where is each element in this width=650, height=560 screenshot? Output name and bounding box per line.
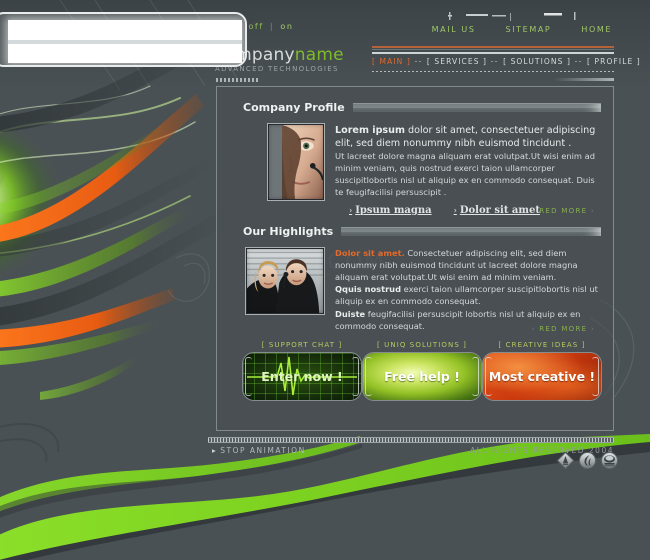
content-panel-inner: Company Profile Lorem ipsum dolor sit am… [221,91,609,426]
nav-item-services[interactable]: [ SERVICES ] [427,57,487,66]
highlights-photo [245,247,325,315]
nav-item-main[interactable]: [ MAIN ] [372,57,411,66]
nav-rule-dotted [372,71,614,72]
highlights-read-more-link[interactable]: ‹ RED MORE › [532,325,595,333]
profile-read-more-label: RED MORE [539,207,588,215]
highlights-copy: Dolor sit amet. Consectetuer adipiscing … [335,247,601,333]
profile-read-more-link[interactable]: ‹ RED MORE › [532,207,595,215]
section-title-bar [352,102,601,112]
promo-caption-uniq-solutions: [ UNIQ SOLUTIONS ] [376,341,468,349]
top-link-mail-us[interactable]: MAIL US [432,25,476,34]
bracket-right: › [590,207,595,215]
section-title-bar [341,226,601,236]
main-navigation: [ MAIN ] [ SERVICES ] [ SOLUTIONS ] [ PR… [372,46,640,74]
download-badge-icon[interactable] [601,452,618,469]
logo-tagline: advanced technologies [215,65,339,73]
page-stage: OGLE.COM sound off | on companyname adva… [0,0,650,560]
sound-on-option[interactable]: on [280,22,293,31]
promo-label-free-help: Free help ! [384,369,460,384]
top-link-sitemap[interactable]: SITEMAP [506,25,552,34]
profile-link-dolor-sit-amet[interactable]: › Dolor sit amet [454,204,540,218]
highlights-p3-bold: Duiste [335,308,366,319]
profile-photo [267,123,325,201]
nav-item-solutions[interactable]: [ SOLUTIONS ] [503,57,571,66]
nav-dots-3 [575,61,584,62]
sound-separator: | [269,22,275,31]
top-utility-links: MAIL US SITEMAP HOME [432,25,612,34]
promo-caption-support-chat: [ SUPPORT CHAT ] [261,341,343,349]
acrobat-badge-icon[interactable] [557,452,574,469]
nav-dots-2 [491,61,500,62]
bracket-left-icon [365,357,372,396]
overlay-slot [8,40,242,44]
footer-badges [557,452,618,469]
nav-rule-gray [372,49,614,50]
site-header: sound off | on companyname advanced tech… [0,0,650,82]
promo-caption-creative-ideas: [ CREATIVE IDEAS ] [498,341,586,349]
profile-lead: Lorem ipsum dolor sit amet, consectetuer… [335,124,601,150]
profile-photo-image [269,125,324,199]
promo-label-most-creative: Most creative ! [488,369,596,384]
section-title-company-profile: Company Profile [243,100,345,114]
highlights-p2-bold: Qquis nostrud [335,284,402,295]
promo-creative-ideas: [ CREATIVE IDEAS ] Most creative ! [483,341,601,400]
highlights-read-more-label: RED MORE [539,325,588,333]
profile-body: Ut lacreet dolore magna aliquam erat vol… [335,151,595,197]
logo-word-name: name [294,45,344,65]
top-link-home[interactable]: HOME [581,25,612,34]
promo-buttons: [ SUPPORT CHAT ] Enter now ! [ UNIQ SOLU… [243,341,601,400]
profile-copy: Lorem ipsum dolor sit amet, consectetuer… [335,123,601,218]
sound-off-option[interactable]: off [248,22,263,31]
nav-dots-1 [414,61,423,62]
play-arrow-icon: ▸ [212,446,218,455]
nav-rule-white [372,52,614,54]
profile-link-1-label: Ipsum magna [355,204,432,216]
stop-animation-button[interactable]: ▸ STOP ANIMATION [212,446,306,455]
bracket-left: ‹ [531,207,536,215]
profile-lead-bold: Lorem ipsum [335,125,405,136]
stop-animation-label: STOP ANIMATION [220,446,306,455]
content-panel: Company Profile Lorem ipsum dolor sit am… [216,86,614,431]
bracket-right: › [590,325,595,333]
section-body: Dolor sit amet. Consectetuer adipiscing … [243,247,601,333]
promo-uniq-solutions: [ UNIQ SOLUTIONS ] Free help ! [363,341,481,400]
header-dash-right [554,78,614,81]
promo-button-most-creative[interactable]: Most creative ! [483,353,601,400]
bracket-right-icon [592,357,599,396]
section-company-profile: Company Profile Lorem ipsum dolor sit am… [243,99,601,217]
profile-link-ipsum-magna[interactable]: › Ipsum magna [349,204,432,218]
highlights-accent: Dolor sit amet. [335,248,405,258]
promo-label-enter-now: Enter now ! [261,369,343,384]
header-dash-left [216,78,260,82]
section-body: Lorem ipsum dolor sit amet, consectetuer… [243,123,601,218]
section-title-our-highlights: Our Highlights [243,224,334,238]
highlights-photo-image [247,249,323,313]
bracket-left: ‹ [531,325,536,333]
toplinks-decoration [448,12,576,21]
arrow-icon: › [453,204,457,215]
promo-button-free-help[interactable]: Free help ! [363,353,481,400]
bracket-right-icon [472,357,479,396]
nav-item-profile[interactable]: [ PROFILE ] [587,57,641,66]
profile-link-2-label: Dolor sit amet [459,204,540,216]
section-our-highlights: Our Highlights Dolor sit amet. Consectet… [243,223,601,335]
flash-badge-icon[interactable] [579,452,596,469]
promo-support-chat: [ SUPPORT CHAT ] Enter now ! [243,341,361,400]
promo-button-enter-now[interactable]: Enter now ! [243,353,361,400]
section-header: Company Profile [243,99,601,115]
highlights-p2: Qquis nostrud exerci taion ullamcorper s… [335,284,601,308]
footer-divider [208,437,614,443]
nav-items: [ MAIN ] [ SERVICES ] [ SOLUTIONS ] [ PR… [372,57,640,66]
nav-rule-orange [372,46,614,48]
bracket-right-icon [352,357,359,396]
highlights-p1: Dolor sit amet. Consectetuer adipiscing … [335,248,601,283]
bracket-left-icon [485,357,492,396]
bracket-left-icon [245,357,252,396]
arrow-icon: › [349,204,353,215]
section-header: Our Highlights [243,223,601,239]
white-overlay-panel[interactable] [0,12,247,67]
